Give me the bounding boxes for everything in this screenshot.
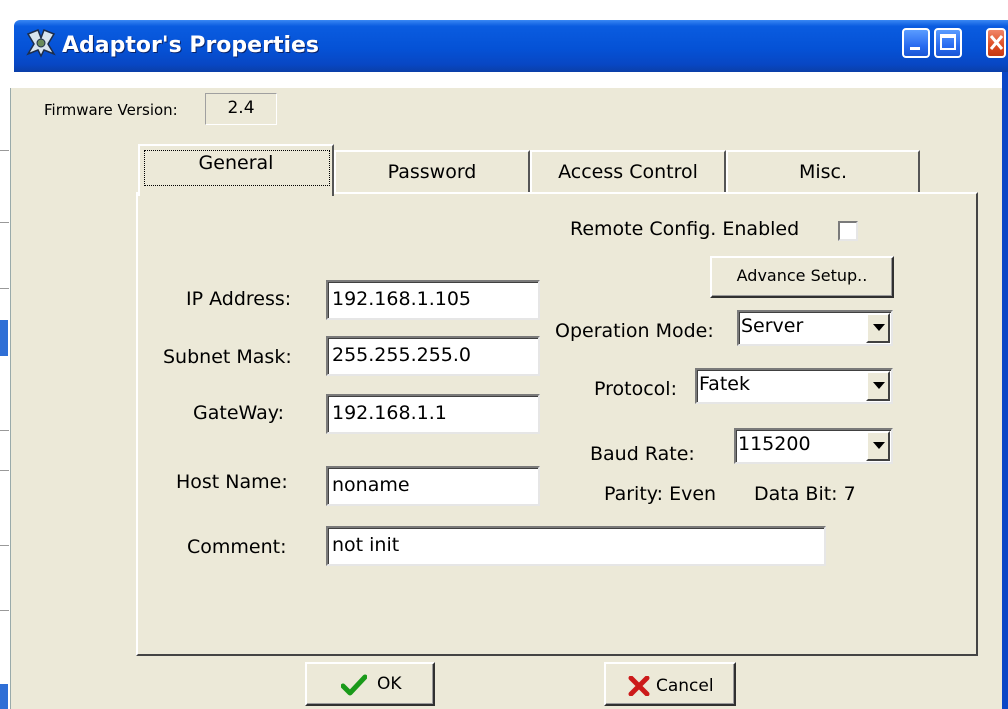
active-tab-joint [140, 190, 328, 196]
operation-mode-value: Server [741, 315, 804, 337]
subnet-mask-label: Subnet Mask: [163, 346, 292, 368]
parity-text: Parity: Even [604, 483, 717, 505]
baud-rate-label: Baud Rate: [590, 443, 695, 465]
window-frame-right [1002, 72, 1008, 709]
ip-address-field[interactable]: 192.168.1.105 [326, 280, 540, 320]
host-name-field[interactable]: noname [326, 466, 540, 506]
operation-mode-label: Operation Mode: [555, 320, 714, 342]
advance-setup-button[interactable]: Advance Setup.. [710, 256, 894, 298]
tab-password-label: Password [387, 161, 477, 183]
close-button[interactable] [986, 28, 1006, 58]
maximize-icon [940, 34, 956, 50]
comment-label: Comment: [187, 536, 287, 558]
checkmark-icon [341, 674, 367, 696]
maximize-button[interactable] [934, 28, 962, 58]
remote-config-checkbox[interactable] [838, 221, 858, 241]
cancel-button[interactable]: Cancel [604, 662, 736, 706]
protocol-label: Protocol: [594, 378, 677, 400]
operation-mode-select[interactable]: Server [737, 310, 893, 346]
minimize-button[interactable] [902, 28, 930, 58]
ip-address-label: IP Address: [186, 288, 292, 310]
adaptor-app-icon[interactable] [24, 28, 58, 58]
comment-field[interactable]: not init [326, 526, 826, 566]
cancel-label: Cancel [656, 676, 714, 696]
baud-rate-select[interactable]: 115200 [734, 428, 893, 464]
chevron-down-icon[interactable] [866, 431, 890, 461]
chevron-down-icon[interactable] [866, 313, 890, 343]
ok-button[interactable]: OK [305, 662, 435, 706]
minimize-icon [910, 47, 920, 50]
close-icon [989, 35, 1004, 50]
tab-access-control[interactable]: Access Control [530, 150, 726, 194]
remote-config-label: Remote Config. Enabled [570, 218, 800, 240]
firmware-version-value: 2.4 [205, 93, 277, 125]
advance-setup-label: Advance Setup.. [736, 266, 868, 285]
protocol-value: Fatek [699, 373, 750, 395]
gateway-field[interactable]: 192.168.1.1 [326, 394, 540, 434]
chevron-down-icon[interactable] [866, 371, 890, 401]
tab-misc[interactable]: Misc. [726, 150, 920, 194]
background-window-edge [0, 0, 11, 709]
tab-misc-label: Misc. [798, 161, 848, 183]
tab-focus-rect [144, 150, 330, 186]
firmware-label: Firmware Version: [44, 101, 178, 119]
baud-rate-value: 115200 [738, 433, 811, 455]
protocol-select[interactable]: Fatek [695, 368, 893, 404]
x-cross-icon [628, 676, 650, 696]
gateway-label: GateWay: [193, 402, 284, 424]
window-title: Adaptor's Properties [62, 33, 320, 58]
tab-password[interactable]: Password [334, 150, 530, 194]
subnet-mask-field[interactable]: 255.255.255.0 [326, 336, 540, 376]
ok-label: OK [377, 674, 402, 694]
tab-access-control-label: Access Control [558, 161, 698, 183]
host-name-label: Host Name: [176, 471, 288, 493]
data-bit-text: Data Bit: 7 [754, 483, 856, 505]
